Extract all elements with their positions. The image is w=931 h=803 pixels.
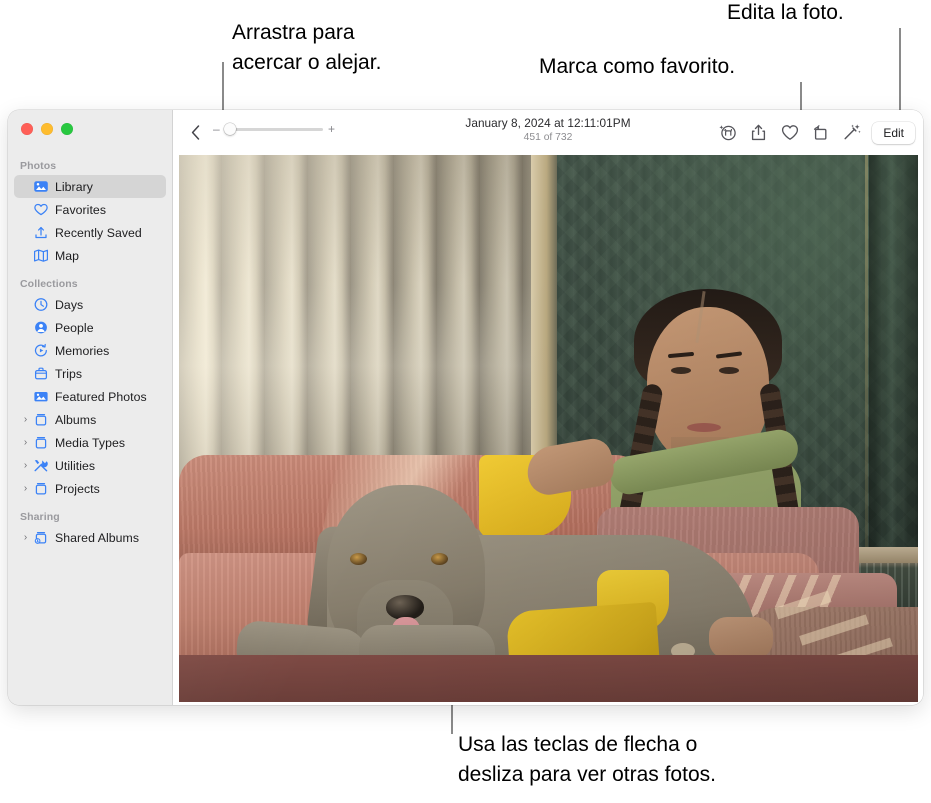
sidebar: Photos Library Favorites Recently Saved Map C… <box>8 110 172 705</box>
map-icon <box>32 248 49 263</box>
sidebar-item-featured-photos[interactable]: Featured Photos <box>14 385 166 408</box>
sidebar-item-recently-saved[interactable]: Recently Saved <box>14 221 166 244</box>
back-button[interactable] <box>185 121 205 143</box>
sidebar-item-people[interactable]: People <box>14 316 166 339</box>
album-icon <box>32 412 49 427</box>
sidebar-item-shared-albums[interactable]: › Shared Albums <box>14 526 166 549</box>
sidebar-section-gap <box>8 267 172 278</box>
heart-icon <box>32 202 49 217</box>
edit-button[interactable]: Edit <box>872 121 915 144</box>
photo-overall-shading <box>178 155 918 702</box>
album-icon <box>32 481 49 496</box>
sidebar-item-label: Featured Photos <box>55 389 147 404</box>
content-area: – + January 8, 2024 at 12:11:01PM 451 of… <box>172 110 923 705</box>
sidebar-item-label: Favorites <box>55 202 107 217</box>
zoom-in-label: + <box>327 122 335 136</box>
close-button[interactable] <box>21 123 33 135</box>
sidebar-item-projects[interactable]: › Projects <box>14 477 166 500</box>
favorite-button[interactable] <box>774 119 805 147</box>
clock-icon <box>32 297 49 312</box>
rotate-icon <box>814 125 827 140</box>
sidebar-section-gap <box>8 500 172 511</box>
sidebar-item-label: People <box>55 320 94 335</box>
auto-enhance-icon <box>844 124 861 140</box>
zoom-slider[interactable]: – + <box>213 123 335 135</box>
share-button[interactable] <box>743 119 774 147</box>
sidebar-section-title-collections: Collections <box>20 278 78 290</box>
sidebar-item-memories[interactable]: Memories <box>14 339 166 362</box>
album-icon <box>32 435 49 450</box>
maximize-button[interactable] <box>61 123 73 135</box>
recently-saved-icon <box>32 225 49 240</box>
sidebar-item-favorites[interactable]: Favorites <box>14 198 166 221</box>
memories-play-icon <box>32 343 49 358</box>
sidebar-item-label: Projects <box>55 481 100 496</box>
info-pet-button[interactable] <box>712 119 743 147</box>
rotate-button[interactable] <box>805 119 836 147</box>
callout-swipe-text: Usa las teclas de flecha o desliza para … <box>458 733 716 786</box>
zoom-slider-knob[interactable] <box>223 123 236 135</box>
favorite-heart-icon <box>781 125 798 140</box>
zoom-out-label: – <box>213 122 220 136</box>
sidebar-item-utilities[interactable]: › Utilities <box>14 454 166 477</box>
window-traffic-lights <box>21 123 73 135</box>
tools-icon <box>32 458 49 473</box>
info-pet-icon <box>719 125 737 141</box>
sidebar-item-label: Trips <box>55 366 83 381</box>
sidebar-item-label: Map <box>55 248 80 263</box>
shared-album-icon <box>32 530 49 545</box>
sidebar-item-label: Utilities <box>55 458 96 473</box>
sidebar-item-label: Library <box>55 179 93 194</box>
sidebar-section-title-photos: Photos <box>20 160 57 172</box>
photos-window: Photos Library Favorites Recently Saved Map C… <box>8 110 923 705</box>
sidebar-section-title-sharing: Sharing <box>20 511 60 523</box>
share-icon <box>752 124 766 141</box>
chevron-left-icon <box>191 124 199 140</box>
disclosure-chevron-icon[interactable]: › <box>20 532 31 543</box>
callout-favorite-text: Marca como favorito. <box>539 55 736 78</box>
suitcase-icon <box>32 366 49 381</box>
toolbar-actions: Edit <box>712 110 915 155</box>
sidebar-list: Photos Library Favorites Recently Saved Map C… <box>8 160 172 549</box>
minimize-button[interactable] <box>41 123 53 135</box>
sidebar-item-media-types[interactable]: › Media Types <box>14 431 166 454</box>
sidebar-item-label: Memories <box>55 343 110 358</box>
sidebar-item-albums[interactable]: › Albums <box>14 408 166 431</box>
sidebar-item-label: Shared Albums <box>55 530 140 545</box>
sidebar-item-library[interactable]: Library <box>14 175 166 198</box>
toolbar: – + January 8, 2024 at 12:11:01PM 451 of… <box>173 110 923 155</box>
photo-viewer[interactable] <box>173 155 923 705</box>
photo-image[interactable] <box>178 155 918 702</box>
disclosure-chevron-icon[interactable]: › <box>20 437 31 448</box>
sidebar-item-label: Albums <box>55 412 97 427</box>
zoom-slider-track[interactable] <box>223 123 323 135</box>
featured-photo-icon <box>32 389 49 404</box>
disclosure-chevron-icon[interactable]: › <box>20 414 31 425</box>
person-icon <box>32 320 49 335</box>
disclosure-chevron-icon[interactable]: › <box>20 460 31 471</box>
sidebar-item-trips[interactable]: Trips <box>14 362 166 385</box>
auto-enhance-button[interactable] <box>836 119 867 147</box>
sidebar-item-label: Media Types <box>55 435 126 450</box>
sidebar-item-days[interactable]: Days <box>14 293 166 316</box>
callout-edit-text: Edita la foto. <box>727 1 844 24</box>
sidebar-item-map[interactable]: Map <box>14 244 166 267</box>
sidebar-item-label: Days <box>55 297 84 312</box>
sidebar-item-label: Recently Saved <box>55 225 142 240</box>
photos-library-icon <box>32 179 49 194</box>
disclosure-chevron-icon[interactable]: › <box>20 483 31 494</box>
callout-zoom-text: Arrastra para acercar o alejar. <box>232 21 382 74</box>
